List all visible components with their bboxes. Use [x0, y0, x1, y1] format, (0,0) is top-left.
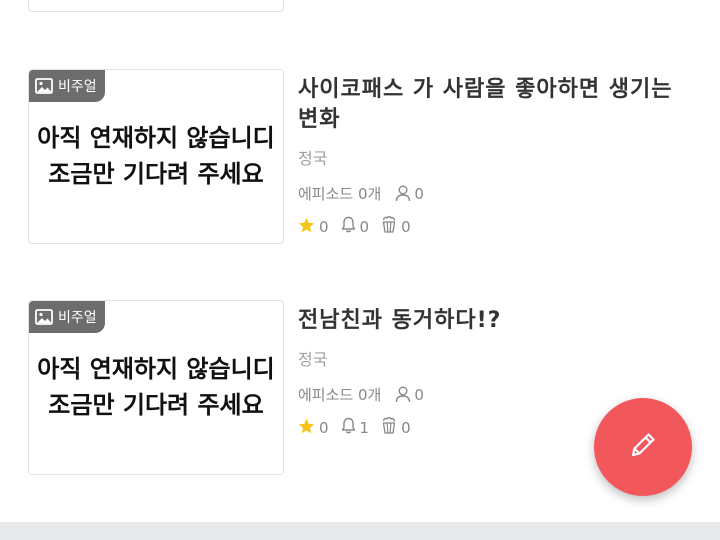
notifications: 1	[341, 417, 370, 438]
popcorn-icon	[381, 216, 397, 237]
story-stats: 0 0 0	[298, 216, 688, 237]
episode-count: 에피소드 0개	[298, 185, 382, 203]
subscriber-count: 0	[414, 184, 424, 203]
subscriber-count: 0	[414, 385, 424, 404]
notification-count: 0	[359, 217, 370, 236]
image-icon	[35, 78, 53, 94]
not-serialized-placeholder: 아직 연재하지 않습니디 조금만 기다려 주세요	[29, 351, 283, 423]
story-title[interactable]: 사이코패스 가 사람을 좋아하면 생기는 변화	[298, 75, 688, 135]
write-fab-button[interactable]	[594, 398, 692, 496]
placeholder-line: 아직 연재하지 않습니디	[37, 355, 275, 383]
bottom-divider	[0, 522, 720, 540]
rating-count: 0	[319, 217, 329, 236]
visual-badge: 비주얼	[29, 301, 105, 333]
popcorn: 0	[381, 417, 411, 438]
rating-count: 0	[319, 418, 329, 437]
story-thumbnail[interactable]: 비주얼 아직 연재하지 않습니디 조금만 기다려 주세요	[28, 69, 284, 244]
user-icon	[395, 185, 411, 202]
popcorn: 0	[381, 216, 411, 237]
badge-label: 비주얼	[58, 310, 97, 326]
story-author[interactable]: 정국	[298, 346, 688, 370]
story-info: 사이코패스 가 사람을 좋아하면 생기는 변화 정국 에피소드 0개 0 0 0	[298, 69, 688, 237]
rating: 0	[298, 418, 329, 438]
previous-story-card[interactable]	[28, 0, 284, 12]
story-item[interactable]: 비주얼 아직 연재하지 않습니디 조금만 기다려 주세요 사이코패스 가 사람을…	[0, 69, 720, 245]
badge-label: 비주얼	[58, 79, 97, 95]
episode-count: 에피소드 0개	[298, 386, 382, 404]
popcorn-icon	[381, 417, 397, 438]
placeholder-line: 아직 연재하지 않습니디	[37, 124, 275, 152]
not-serialized-placeholder: 아직 연재하지 않습니디 조금만 기다려 주세요	[29, 120, 283, 192]
pencil-icon	[626, 428, 660, 466]
visual-badge: 비주얼	[29, 70, 105, 102]
story-thumbnail[interactable]: 비주얼 아직 연재하지 않습니디 조금만 기다려 주세요	[28, 300, 284, 475]
notifications: 0	[341, 216, 370, 237]
popcorn-count: 0	[401, 418, 411, 437]
rating: 0	[298, 217, 329, 237]
star-icon	[298, 217, 315, 237]
image-icon	[35, 309, 53, 325]
user-icon	[395, 386, 411, 403]
placeholder-line: 조금만 기다려 주세요	[48, 391, 264, 419]
story-title[interactable]: 전남친과 동거하다!?	[298, 306, 688, 336]
story-author[interactable]: 정국	[298, 145, 688, 169]
story-meta: 에피소드 0개 0	[298, 183, 688, 204]
popcorn-count: 0	[401, 217, 411, 236]
bell-icon	[341, 417, 356, 438]
bell-icon	[341, 216, 356, 237]
star-icon	[298, 418, 315, 438]
notification-count: 1	[359, 418, 370, 437]
placeholder-line: 조금만 기다려 주세요	[48, 160, 264, 188]
